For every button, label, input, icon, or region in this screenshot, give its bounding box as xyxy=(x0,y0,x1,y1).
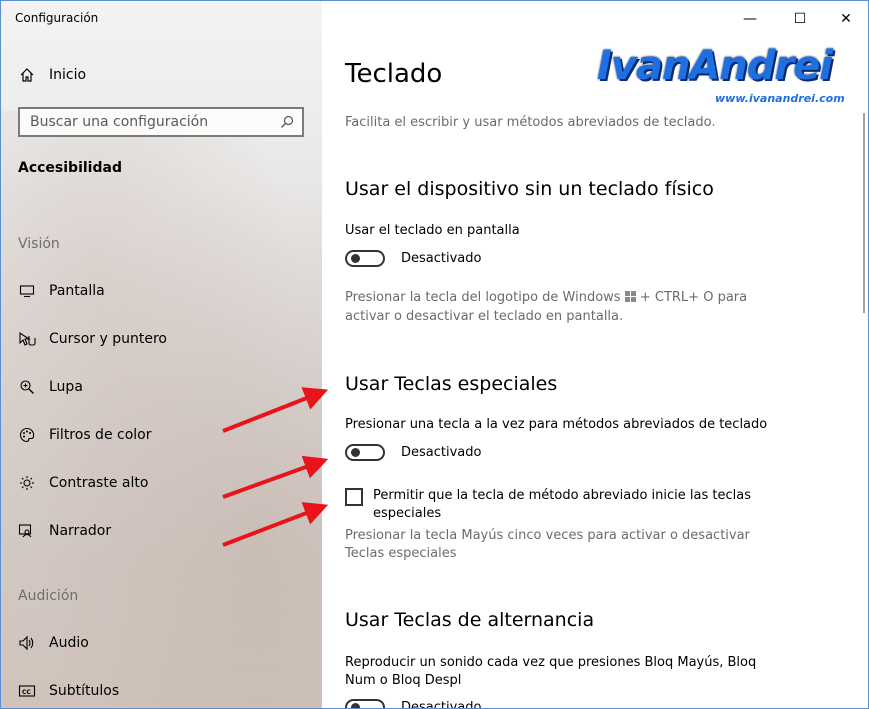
section-heading-sticky-keys: Usar Teclas especiales xyxy=(345,373,558,395)
speaker-icon xyxy=(18,634,36,652)
section-heading-toggle-keys: Usar Teclas de alternancia xyxy=(345,609,595,631)
sidebar-item-label: Pantalla xyxy=(49,283,105,299)
sidebar-item-label: Inicio xyxy=(49,67,87,83)
setting-label-onscreen-keyboard: Usar el teclado en pantalla xyxy=(345,223,520,238)
toggle-switch[interactable] xyxy=(345,250,385,267)
page-title: Teclado xyxy=(345,59,443,89)
sticky-keys-description: Presionar la tecla Mayús cinco veces par… xyxy=(345,528,750,561)
section-heading-no-keyboard: Usar el dispositivo sin un teclado físic… xyxy=(345,178,714,200)
sidebar-item-audio[interactable]: Audio xyxy=(18,634,89,652)
sun-icon xyxy=(18,474,36,492)
maximize-button[interactable]: ☐ xyxy=(788,7,812,31)
search-icon xyxy=(278,113,296,131)
search-placeholder: Buscar una configuración xyxy=(30,114,209,130)
sidebar-item-home[interactable]: Inicio xyxy=(18,66,86,84)
windows-logo-icon xyxy=(624,290,636,308)
sidebar-group-vision: Visión xyxy=(18,236,60,252)
sidebar-item-label: Cursor y puntero xyxy=(49,331,167,347)
sidebar-item-subtitulos[interactable]: CC Subtítulos xyxy=(18,682,119,700)
sidebar-item-label: Lupa xyxy=(49,379,83,395)
description-text-before: Presionar la tecla del logotipo de Windo… xyxy=(345,290,621,305)
close-button[interactable]: ✕ xyxy=(834,7,858,31)
toggle-switch[interactable] xyxy=(345,444,385,461)
watermark-url: www.ivanandrei.com xyxy=(715,92,845,105)
sidebar-item-cursor[interactable]: Cursor y puntero xyxy=(18,330,167,348)
onscreen-keyboard-description: Presionar la tecla del logotipo de Windo… xyxy=(345,289,785,326)
magnifier-icon xyxy=(18,378,36,396)
sidebar-item-label: Filtros de color xyxy=(49,427,152,443)
svg-text:CC: CC xyxy=(22,689,31,696)
captions-icon: CC xyxy=(18,682,36,700)
palette-icon xyxy=(18,426,36,444)
monitor-icon xyxy=(18,282,36,300)
sidebar: Configuración Inicio Buscar una configur… xyxy=(1,1,322,708)
sidebar-section-title: Accesibilidad xyxy=(18,160,122,176)
window-title: Configuración xyxy=(15,11,99,25)
page-subtitle: Facilita el escribir y usar métodos abre… xyxy=(345,115,716,130)
sidebar-group-audicion: Audición xyxy=(18,588,79,604)
sidebar-item-label: Narrador xyxy=(49,523,112,539)
sticky-keys-shortcut-checkbox-row[interactable]: Permitir que la tecla de método abreviad… xyxy=(345,487,753,523)
setting-label-toggle-keys: Reproducir un sonido cada vez que presio… xyxy=(345,655,757,688)
toggle-sticky-keys[interactable]: Desactivado xyxy=(345,444,481,461)
home-icon xyxy=(18,66,36,84)
scrollbar[interactable] xyxy=(863,113,865,313)
sidebar-item-contraste-alto[interactable]: Contraste alto xyxy=(18,474,148,492)
minimize-button[interactable]: — xyxy=(738,7,762,31)
sidebar-item-narrador[interactable]: Narrador xyxy=(18,522,111,540)
narrator-icon xyxy=(18,522,36,540)
sidebar-item-filtros-color[interactable]: Filtros de color xyxy=(18,426,151,444)
main-content: — ☐ ✕ Teclado Facilita el escribir y usa… xyxy=(322,1,868,709)
watermark-logo: IvanAndrei www.ivanandrei.com xyxy=(597,43,847,107)
toggle-toggle-keys[interactable]: Desactivado xyxy=(345,699,482,709)
sidebar-item-label: Subtítulos xyxy=(49,683,120,699)
sidebar-item-label: Contraste alto xyxy=(49,475,149,491)
toggle-switch[interactable] xyxy=(345,699,385,708)
sidebar-item-label: Audio xyxy=(49,635,89,651)
setting-label-sticky-keys: Presionar una tecla a la vez para método… xyxy=(345,417,768,432)
sidebar-item-pantalla[interactable]: Pantalla xyxy=(18,282,105,300)
toggle-state: Desactivado xyxy=(401,251,482,266)
search-input[interactable]: Buscar una configuración xyxy=(18,107,304,137)
settings-window: Configuración Inicio Buscar una configur… xyxy=(0,0,869,709)
sticky-keys-shortcut-checkbox[interactable] xyxy=(345,488,363,506)
sidebar-item-lupa[interactable]: Lupa xyxy=(18,378,83,396)
watermark-brand: IvanAndrei xyxy=(597,43,833,89)
checkbox-label: Permitir que la tecla de método abreviad… xyxy=(373,488,751,521)
pointer-icon xyxy=(18,330,36,348)
toggle-state: Desactivado xyxy=(401,445,482,460)
toggle-onscreen-keyboard[interactable]: Desactivado xyxy=(345,250,481,267)
toggle-state: Desactivado xyxy=(401,700,482,709)
